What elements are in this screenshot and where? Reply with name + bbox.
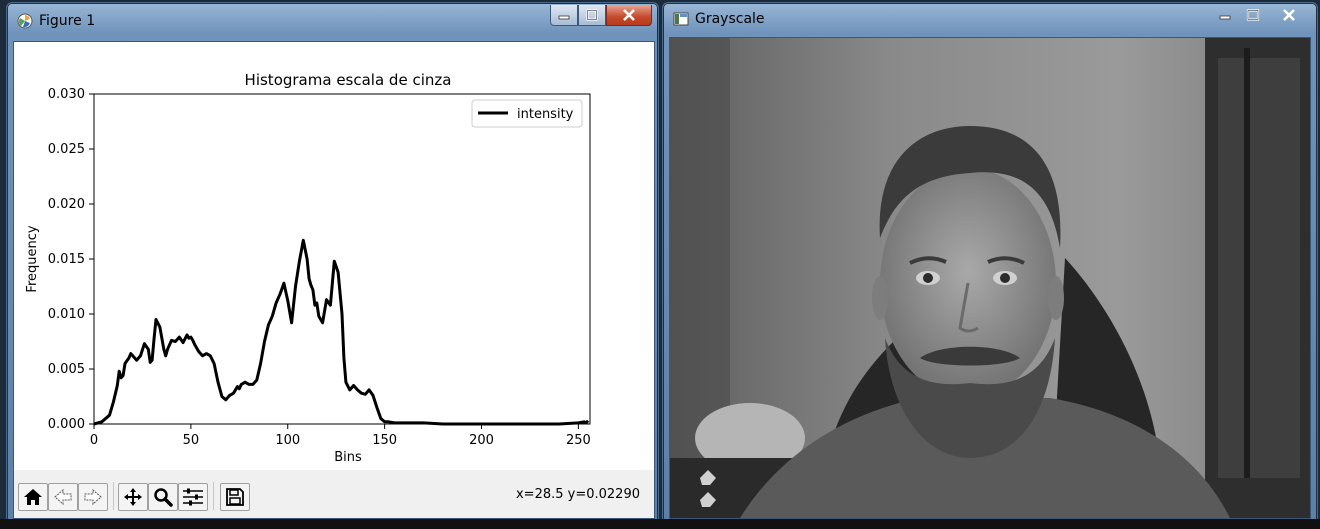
save-button[interactable] <box>220 483 250 511</box>
forward-button[interactable] <box>78 483 108 511</box>
configure-subplots-button[interactable] <box>178 483 208 511</box>
close-button[interactable] <box>1267 5 1311 25</box>
forward-arrow-icon <box>84 488 102 506</box>
taskbar-edge <box>0 519 1320 529</box>
y-tick-label: 0.025 <box>48 142 85 157</box>
toolbar-separator <box>113 482 114 510</box>
y-tick-label: 0.010 <box>48 307 85 322</box>
figure-window-controls <box>550 5 652 26</box>
figure-canvas: Histograma escala de cinza 0.000 0.005 0.0… <box>13 41 655 519</box>
home-icon <box>24 489 42 505</box>
y-tick-label: 0.020 <box>48 197 85 212</box>
legend-label: intensity <box>517 107 574 122</box>
minimize-icon <box>1219 15 1231 20</box>
x-axis-label: Bins <box>334 450 362 465</box>
back-arrow-icon <box>54 488 72 506</box>
pan-icon <box>124 488 142 506</box>
grayscale-camera-image <box>670 38 1310 518</box>
y-tick-label: 0.005 <box>48 362 85 377</box>
pan-button[interactable] <box>118 483 148 511</box>
figure-window: Figure 1 Histograma escala de cinza 0.00… <box>6 2 659 524</box>
navigation-toolbar: x=28.5 y=0.02290 <box>14 470 654 518</box>
x-tick-label: 0 <box>90 433 98 448</box>
y-axis-label: Frequency <box>25 225 40 292</box>
webcam-frame <box>669 37 1311 519</box>
maximize-button[interactable] <box>578 5 606 26</box>
toolbar-separator <box>213 482 214 510</box>
close-icon <box>623 9 635 21</box>
configure-subplots-icon <box>183 488 203 506</box>
zoom-icon <box>154 488 173 507</box>
minimize-button[interactable] <box>550 5 578 26</box>
chart-title: Histograma escala de cinza <box>245 71 452 89</box>
matplotlib-icon <box>17 13 33 29</box>
legend: intensity <box>471 99 583 128</box>
close-button[interactable] <box>606 5 652 26</box>
histogram-chart[interactable]: Histograma escala de cinza 0.000 0.005 0.0… <box>14 42 654 470</box>
home-button[interactable] <box>18 483 48 511</box>
y-tick-label: 0.015 <box>48 252 85 267</box>
x-tick-label: 200 <box>469 433 494 448</box>
grayscale-window-controls <box>1211 5 1311 25</box>
zoom-button[interactable] <box>148 483 178 511</box>
x-tick-label: 150 <box>372 433 397 448</box>
opencv-window-icon <box>673 11 689 27</box>
figure-window-title: Figure 1 <box>39 13 96 29</box>
minimize-button[interactable] <box>1211 5 1239 25</box>
maximize-icon <box>1246 9 1260 21</box>
x-tick-label: 100 <box>275 433 300 448</box>
grayscale-window-title: Grayscale <box>695 11 765 27</box>
maximize-button[interactable] <box>1239 5 1267 25</box>
save-icon <box>226 488 244 506</box>
y-tick-label: 0.000 <box>48 417 85 432</box>
minimize-icon <box>558 15 570 20</box>
cursor-coordinates: x=28.5 y=0.02290 <box>515 487 640 502</box>
maximize-icon <box>586 9 598 21</box>
back-button[interactable] <box>48 483 78 511</box>
x-tick-label: 250 <box>566 433 591 448</box>
grayscale-window: Grayscale <box>662 2 1318 522</box>
y-tick-label: 0.030 <box>48 87 85 102</box>
x-tick-label: 50 <box>183 433 200 448</box>
close-icon <box>1283 9 1295 21</box>
